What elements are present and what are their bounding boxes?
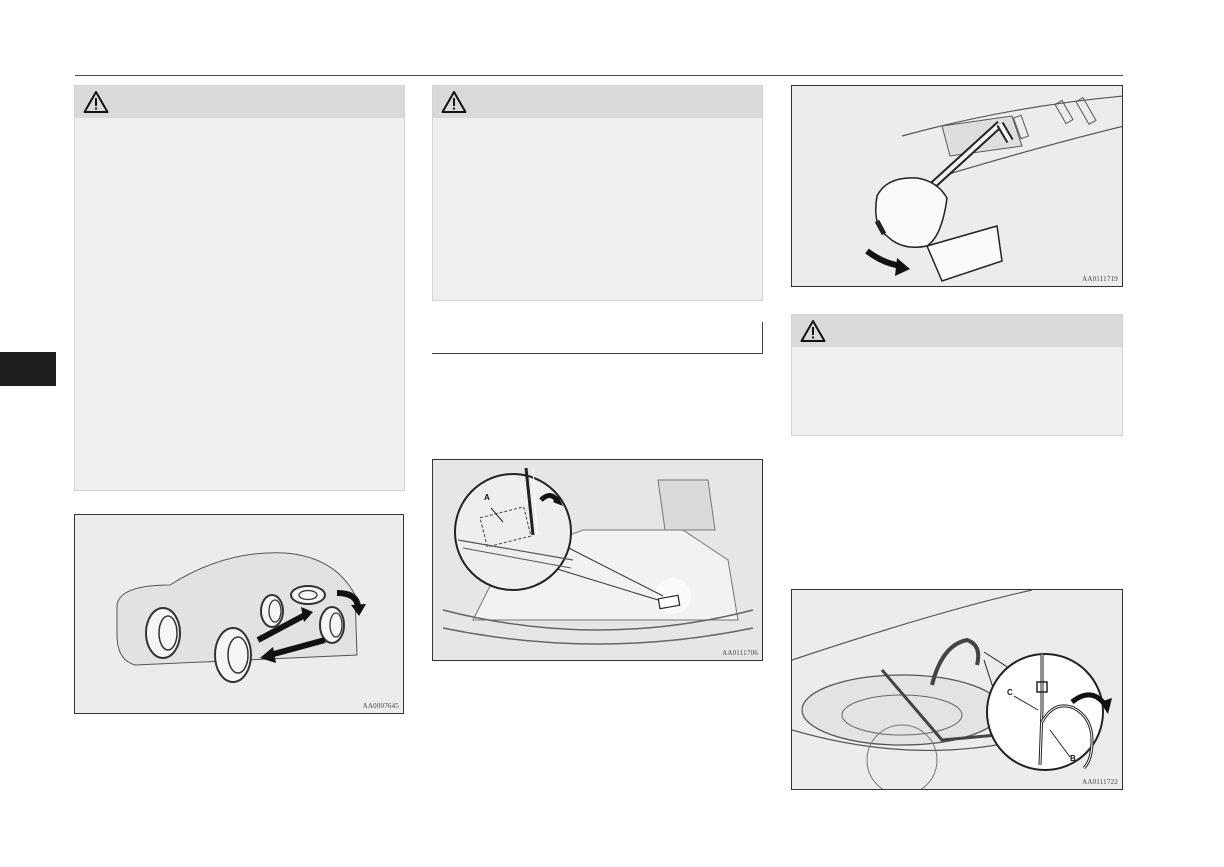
callout-b: B [1070, 754, 1076, 763]
warning-triangle-icon [441, 91, 467, 113]
warning-box-middle [432, 85, 763, 301]
figure-code: AA0111706 [722, 649, 758, 657]
figure-luggage-floor: A AA0111706 [432, 459, 763, 661]
callout-a: A [484, 493, 490, 502]
warning-triangle-icon [83, 91, 109, 113]
warning-box-right [791, 314, 1123, 436]
figure-tire-rotation: AA0007645 [74, 514, 404, 714]
figure-jack-handle: AA0111719 [791, 85, 1123, 287]
warning-header [75, 86, 404, 118]
warning-header [433, 86, 762, 118]
figure-spare-carrier: C B AA0111722 [791, 589, 1123, 790]
callout-c: C [1007, 688, 1013, 697]
section-heading-frame [432, 322, 763, 354]
warning-header [792, 315, 1122, 347]
jack-handle-illustration [865, 95, 1122, 282]
header-rule [75, 75, 1123, 76]
tire-rotation-illustration [116, 552, 366, 683]
warning-triangle-icon [800, 320, 826, 342]
figure-code: AA0111719 [1082, 275, 1118, 283]
luggage-floor-illustration [433, 460, 762, 660]
warning-box-left [74, 85, 405, 491]
section-tab [0, 352, 56, 386]
figure-code: AA0007645 [362, 702, 399, 710]
figure-code: AA0111722 [1082, 778, 1118, 786]
